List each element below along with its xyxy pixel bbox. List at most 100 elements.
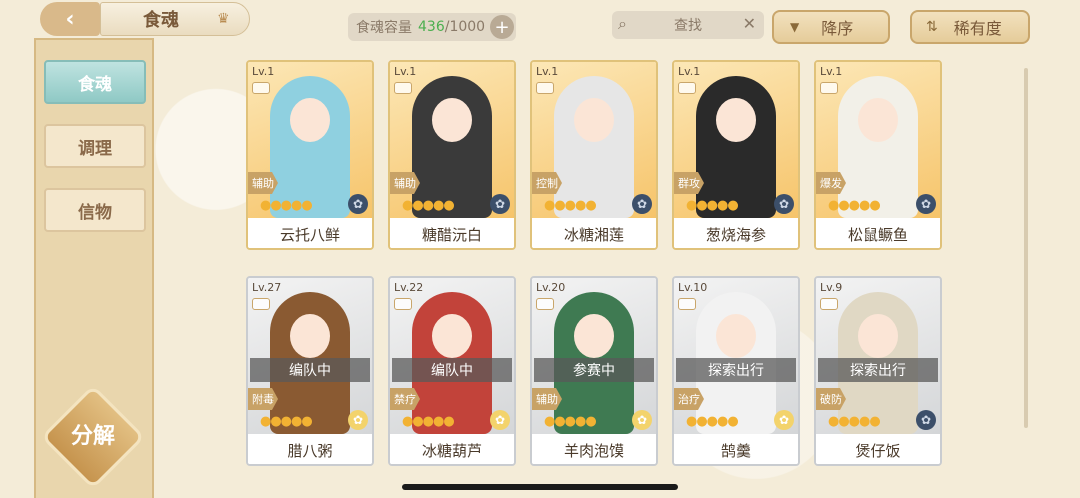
- character-face: [716, 98, 756, 142]
- card-name: 葱烧海参: [674, 218, 798, 248]
- character-face: [290, 314, 330, 358]
- card-stars: ●●●●●: [828, 198, 881, 213]
- card-role-badge: 附毒: [248, 388, 278, 410]
- sidebar-item-label: 调理: [78, 138, 112, 159]
- card-emblem-icon: [536, 82, 554, 94]
- card-level: Lv.1: [678, 65, 701, 78]
- flower-icon: ✿: [632, 194, 652, 214]
- sort-by-button[interactable]: ⇅ 稀有度: [910, 10, 1030, 44]
- card-name: 冰糖葫芦: [390, 434, 514, 464]
- card-name: 松鼠鳜鱼: [816, 218, 940, 248]
- soul-card[interactable]: Lv.1 爆发 ●●●●● ✿ 松鼠鳜鱼: [814, 60, 942, 250]
- home-indicator[interactable]: [402, 484, 678, 490]
- card-level: Lv.1: [820, 65, 843, 78]
- card-role-badge: 破防: [816, 388, 846, 410]
- back-button[interactable]: ‹: [40, 2, 100, 36]
- character-face: [574, 314, 614, 358]
- card-role-badge: 群攻: [674, 172, 704, 194]
- sidebar-item-soul[interactable]: 食魂: [44, 60, 146, 104]
- sidebar-item-token[interactable]: 信物: [44, 188, 146, 232]
- flower-icon: ✿: [916, 410, 936, 430]
- flower-icon: ✿: [348, 194, 368, 214]
- card-emblem-icon: [252, 82, 270, 94]
- search-input[interactable]: ⌕ 查找 ✕: [612, 11, 764, 39]
- card-emblem-icon: [678, 82, 696, 94]
- card-name: 鹄羹: [674, 434, 798, 464]
- card-role-badge: 爆发: [816, 172, 846, 194]
- clear-search-icon[interactable]: ✕: [743, 14, 756, 33]
- flower-icon: ✿: [774, 194, 794, 214]
- soul-card[interactable]: Lv.1 群攻 ●●●●● ✿ 葱烧海参: [672, 60, 800, 250]
- soul-card[interactable]: Lv.1 辅助 ●●●●● ✿ 糖醋沅白: [388, 60, 516, 250]
- card-name: 腊八粥: [248, 434, 372, 464]
- card-name: 糖醋沅白: [390, 218, 514, 248]
- scrollbar[interactable]: [1024, 68, 1028, 428]
- card-stars: ●●●●●: [828, 414, 881, 429]
- capacity-label: 食魂容量: [356, 20, 412, 36]
- sun-icon: ✿: [490, 410, 510, 430]
- card-name: 冰糖湘莲: [532, 218, 656, 248]
- capacity-current: 436: [418, 19, 445, 35]
- sort-order-label: 降序: [821, 19, 854, 38]
- flower-icon: ✿: [916, 194, 936, 214]
- card-role-badge: 控制: [532, 172, 562, 194]
- character-face: [858, 98, 898, 142]
- card-stars: ●●●●●: [544, 414, 597, 429]
- character-face: [716, 314, 756, 358]
- sidebar-item-label: 食魂: [78, 74, 112, 95]
- soul-card[interactable]: Lv.9 探索出行 破防 ●●●●● ✿ 煲仔饭: [814, 276, 942, 466]
- add-capacity-button[interactable]: +: [490, 15, 514, 39]
- card-role-badge: 辅助: [248, 172, 278, 194]
- soul-card[interactable]: Lv.27 编队中 附毒 ●●●●● ✿ 腊八粥: [246, 276, 374, 466]
- soul-card[interactable]: Lv.10 探索出行 治疗 ●●●●● ✿ 鹄羹: [672, 276, 800, 466]
- card-emblem-icon: [678, 298, 696, 310]
- character-face: [858, 314, 898, 358]
- card-emblem-icon: [820, 82, 838, 94]
- character-face: [432, 98, 472, 142]
- decompose-label: 分解: [70, 424, 115, 449]
- card-level: Lv.22: [394, 281, 424, 294]
- sidebar-item-tuning[interactable]: 调理: [44, 124, 146, 168]
- card-stars: ●●●●●: [686, 198, 739, 213]
- card-status: 探索出行: [818, 358, 938, 382]
- character-face: [290, 98, 330, 142]
- character-face: [432, 314, 472, 358]
- card-role-badge: 辅助: [390, 172, 420, 194]
- soul-card[interactable]: Lv.1 控制 ●●●●● ✿ 冰糖湘莲: [530, 60, 658, 250]
- card-level: Lv.1: [252, 65, 275, 78]
- sidebar-item-label: 信物: [78, 202, 112, 223]
- sun-icon: ✿: [348, 410, 368, 430]
- soul-card[interactable]: Lv.22 编队中 禁疗 ●●●●● ✿ 冰糖葫芦: [388, 276, 516, 466]
- sun-icon: ✿: [632, 410, 652, 430]
- card-stars: ●●●●●: [686, 414, 739, 429]
- sort-by-label: 稀有度: [953, 19, 1002, 38]
- search-label: 查找: [674, 18, 702, 34]
- card-level: Lv.10: [678, 281, 708, 294]
- card-stars: ●●●●●: [544, 198, 597, 213]
- card-name: 羊肉泡馍: [532, 434, 656, 464]
- capacity-display: 食魂容量 436 /1000 +: [348, 13, 516, 41]
- top-bar: ‹ 食魂 ♛ 食魂容量 436 /1000 + ⌕ 查找 ✕ ▼ 降序 ⇅ 稀有…: [0, 0, 1080, 44]
- page-title-tab: 食魂 ♛: [100, 2, 250, 36]
- sort-swap-icon: ⇅: [926, 19, 938, 35]
- sort-down-icon: ▼: [790, 20, 800, 34]
- card-stars: ●●●●●: [402, 198, 455, 213]
- flower-icon: ✿: [490, 194, 510, 214]
- card-stars: ●●●●●: [260, 414, 313, 429]
- sort-order-button[interactable]: ▼ 降序: [772, 10, 890, 44]
- card-role-badge: 禁疗: [390, 388, 420, 410]
- soul-card[interactable]: Lv.1 辅助 ●●●●● ✿ 云托八鲜: [246, 60, 374, 250]
- card-emblem-icon: [394, 298, 412, 310]
- soul-card[interactable]: Lv.20 参赛中 辅助 ●●●●● ✿ 羊肉泡馍: [530, 276, 658, 466]
- card-level: Lv.27: [252, 281, 282, 294]
- card-emblem-icon: [252, 298, 270, 310]
- card-status: 探索出行: [676, 358, 796, 382]
- card-status: 编队中: [392, 358, 512, 382]
- card-name: 煲仔饭: [816, 434, 940, 464]
- card-emblem-icon: [536, 298, 554, 310]
- card-stars: ●●●●●: [402, 414, 455, 429]
- page-title: 食魂: [143, 10, 179, 31]
- search-icon: ⌕: [618, 14, 627, 33]
- card-emblem-icon: [820, 298, 838, 310]
- card-level: Lv.1: [394, 65, 417, 78]
